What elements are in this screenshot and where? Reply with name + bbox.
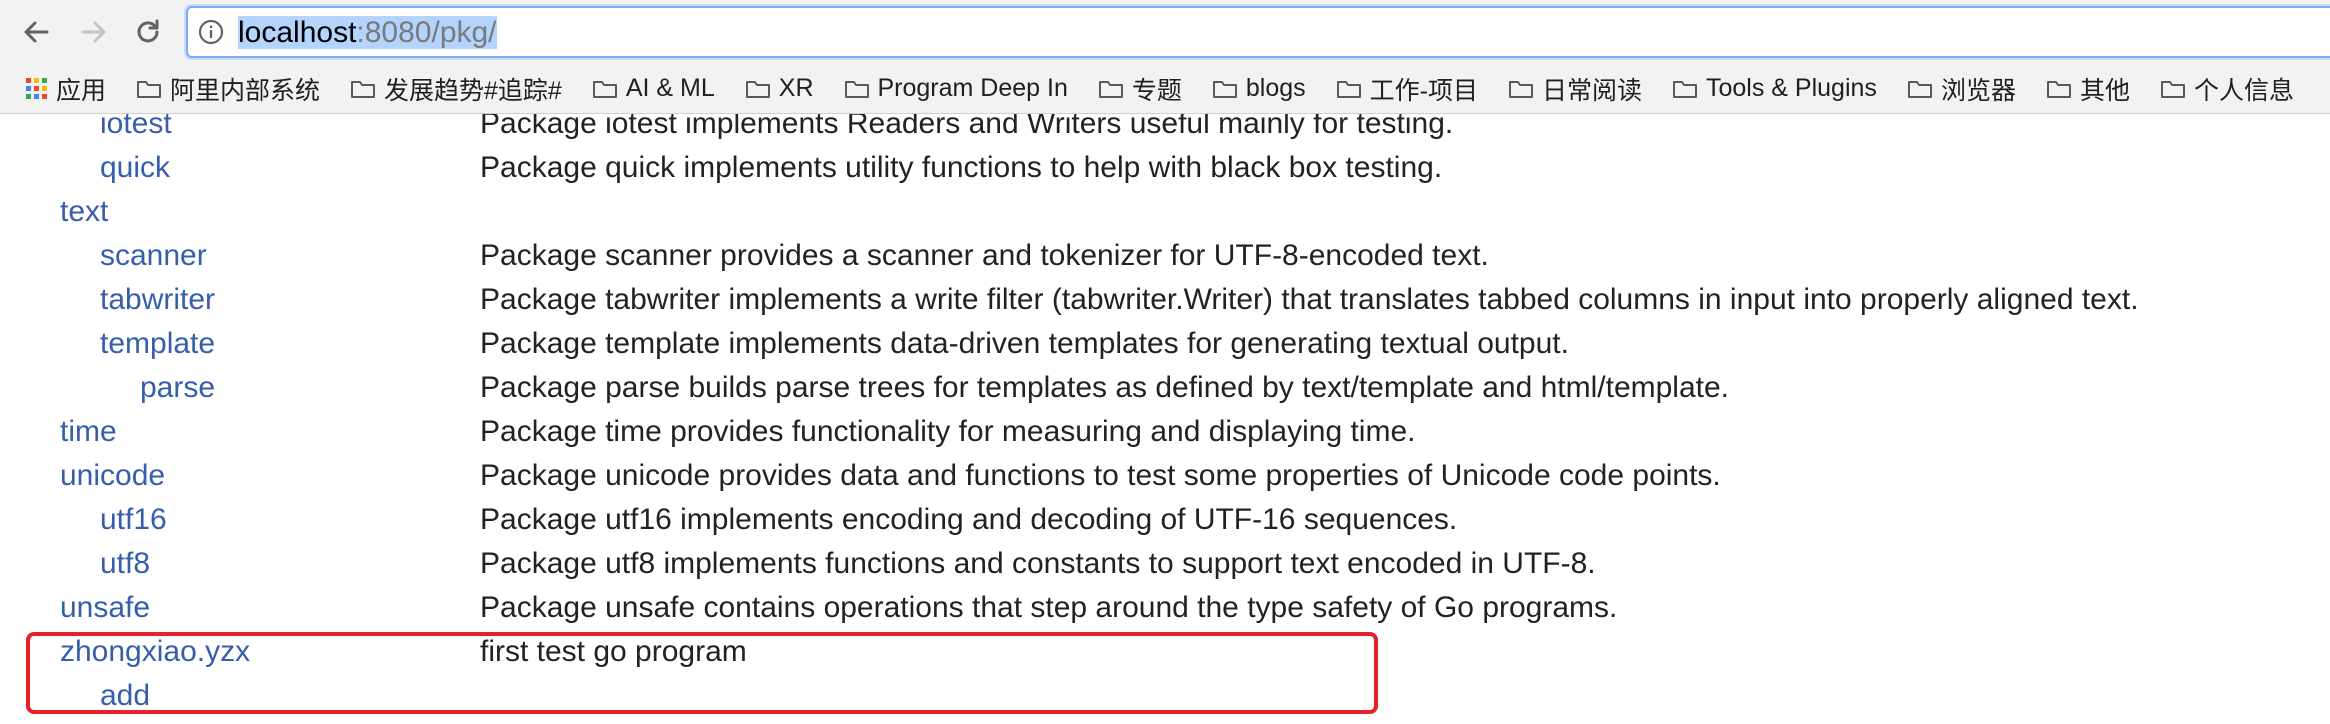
- package-row: tabwriter Package tabwriter implements a …: [0, 278, 2330, 322]
- package-synopsis: Package utf16 implements encoding and de…: [480, 503, 1458, 536]
- folder-icon: [844, 78, 870, 100]
- folder-icon: [2160, 78, 2186, 100]
- reload-icon: [137, 19, 159, 43]
- package-link[interactable]: unicode: [60, 454, 165, 498]
- folder-icon: [1212, 78, 1238, 100]
- package-link[interactable]: tabwriter: [100, 278, 215, 322]
- bookmarks-bar: 应用 阿里内部系统 发展趋势#追踪# AI & ML XR Program Deep In…: [0, 64, 2330, 114]
- package-row: zhongxiao.yzx first test go program: [0, 630, 2330, 674]
- bookmark-label: blogs: [1245, 74, 1306, 102]
- folder-icon: [1508, 78, 1534, 100]
- info-icon[interactable]: [198, 19, 224, 45]
- address-bar-url[interactable]: localhost:8080/pkg/: [238, 16, 497, 50]
- package-link[interactable]: zhongxiao.yzx: [60, 630, 250, 674]
- folder-icon: [592, 78, 618, 100]
- package-synopsis: Package time provides functionality for …: [480, 415, 1416, 448]
- bookmark-label: 应用: [56, 76, 107, 105]
- browser-toolbar: localhost:8080/pkg/: [0, 0, 2330, 64]
- package-synopsis: Package iotest implements Readers and Wr…: [480, 114, 1454, 140]
- folder-icon: [350, 78, 376, 100]
- arrow-left-icon: [24, 21, 49, 43]
- package-synopsis: Package parse builds parse trees for tem…: [480, 371, 1730, 404]
- package-link[interactable]: unsafe: [60, 586, 150, 630]
- bookmark-label: 日常阅读: [1541, 76, 1642, 105]
- package-row: unsafe Package unsafe contains operations…: [0, 586, 2330, 630]
- package-row: scanner Package scanner provides a scanne…: [0, 234, 2330, 278]
- package-synopsis: Package unicode provides data and functi…: [480, 459, 1721, 492]
- package-synopsis: first test go program: [480, 635, 747, 668]
- folder-icon: [1336, 78, 1362, 100]
- package-row: parse Package parse builds parse trees fo…: [0, 366, 2330, 410]
- package-link[interactable]: scanner: [100, 234, 207, 278]
- back-button[interactable]: [14, 10, 58, 54]
- package-row: quick Package quick implements utility fu…: [0, 146, 2330, 190]
- package-link[interactable]: time: [60, 410, 117, 454]
- bookmark-item[interactable]: 专题: [1098, 71, 1182, 107]
- bookmark-label: XR: [778, 74, 814, 102]
- url-host: localhost: [238, 16, 357, 49]
- package-row: time Package time provides functionality …: [0, 410, 2330, 454]
- bookmark-item[interactable]: XR: [745, 74, 814, 103]
- package-link[interactable]: template: [100, 322, 215, 366]
- arrow-right-icon: [81, 21, 106, 43]
- package-row: utf16 Package utf16 implements encoding a…: [0, 498, 2330, 542]
- bookmark-label: AI & ML: [625, 74, 715, 102]
- package-link[interactable]: add: [100, 674, 150, 718]
- package-synopsis: Package template implements data-driven …: [480, 327, 1569, 360]
- bookmark-item[interactable]: AI & ML: [592, 74, 715, 103]
- bookmark-label: 专题: [1131, 76, 1182, 105]
- bookmark-item[interactable]: 浏览器: [1907, 71, 2016, 107]
- bookmark-label: 阿里内部系统: [170, 76, 321, 105]
- bookmark-item[interactable]: 日常阅读: [1508, 71, 1642, 107]
- bookmark-item[interactable]: 工作-项目: [1336, 71, 1478, 107]
- address-bar[interactable]: localhost:8080/pkg/: [186, 6, 2330, 58]
- package-synopsis: Package tabwriter implements a write fil…: [480, 283, 2139, 316]
- package-row: utf8 Package utf8 implements functions an…: [0, 542, 2330, 586]
- package-link[interactable]: utf8: [100, 542, 150, 586]
- package-synopsis: Package utf8 implements functions and co…: [480, 547, 1596, 580]
- folder-icon: [136, 78, 162, 100]
- package-synopsis: Package scanner provides a scanner and t…: [480, 239, 1489, 272]
- bookmark-label: 个人信息: [2193, 76, 2294, 105]
- bookmark-item[interactable]: 发展趋势#追踪#: [350, 71, 562, 107]
- folder-icon: [1907, 78, 1933, 100]
- package-link[interactable]: quick: [100, 146, 170, 190]
- folder-icon: [1672, 78, 1698, 100]
- bookmark-label: 工作-项目: [1369, 76, 1478, 105]
- bookmark-item[interactable]: 其他: [2046, 71, 2130, 107]
- apps-grid-icon: [26, 77, 48, 100]
- folder-icon: [745, 78, 771, 100]
- reload-button[interactable]: [126, 10, 170, 54]
- bookmark-item[interactable]: 个人信息: [2160, 71, 2294, 107]
- bookmark-item[interactable]: 阿里内部系统: [136, 71, 320, 107]
- package-synopsis: Package unsafe contains operations that …: [480, 591, 1618, 624]
- url-path: :8080/pkg/: [356, 16, 497, 49]
- folder-icon: [1098, 78, 1124, 100]
- package-row: text: [0, 190, 2330, 234]
- package-link[interactable]: text: [60, 190, 108, 234]
- package-synopsis: Package quick implements utility functio…: [480, 151, 1443, 184]
- bookmark-label: Program Deep In: [877, 74, 1068, 102]
- bookmark-label: 其他: [2079, 76, 2130, 105]
- bookmark-label: 浏览器: [1940, 76, 2016, 105]
- bookmark-label: Tools & Plugins: [1706, 74, 1877, 102]
- bookmark-item[interactable]: Tools & Plugins: [1672, 74, 1877, 103]
- package-row: iotest Package iotest implements Readers …: [0, 114, 2330, 146]
- package-row: add: [0, 674, 2330, 718]
- package-index: iotest Package iotest implements Readers …: [0, 114, 2330, 724]
- folder-icon: [2046, 78, 2072, 100]
- package-link[interactable]: parse: [140, 366, 215, 410]
- package-link[interactable]: iotest: [100, 114, 172, 146]
- package-link[interactable]: utf16: [100, 498, 167, 542]
- package-row: unicode Package unicode provides data and…: [0, 454, 2330, 498]
- bookmark-item[interactable]: Program Deep In: [844, 74, 1068, 103]
- bookmark-item[interactable]: 应用: [26, 71, 106, 107]
- bookmark-label: 发展趋势#追踪#: [384, 76, 562, 105]
- bookmark-item[interactable]: blogs: [1212, 74, 1306, 103]
- forward-button[interactable]: [72, 10, 116, 54]
- package-row: template Package template implements data…: [0, 322, 2330, 366]
